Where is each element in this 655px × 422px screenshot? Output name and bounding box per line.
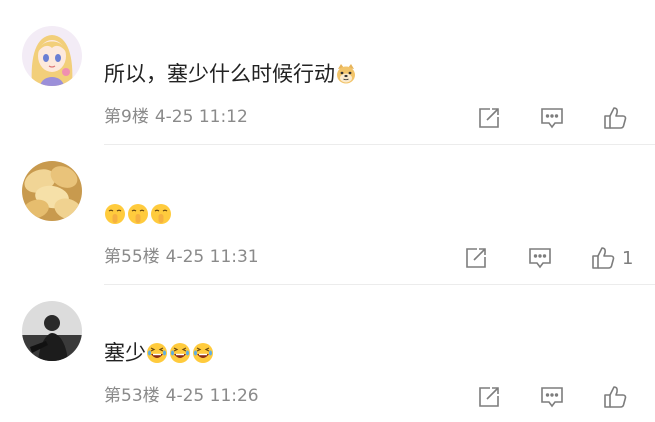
comment-meta: 第53楼 4-25 11:26 xyxy=(104,385,259,407)
avatar[interactable] xyxy=(22,161,82,221)
comment-text-content: 塞少 xyxy=(104,341,146,365)
like-button[interactable]: 1 xyxy=(590,245,633,271)
share-icon xyxy=(466,248,486,268)
thumbs-up-icon xyxy=(592,247,615,269)
avatar[interactable] xyxy=(22,301,82,361)
avatar[interactable] xyxy=(22,26,82,86)
potato-chips-avatar-icon xyxy=(22,161,82,221)
comment-item: 塞少 第53楼 4-25 11:26 xyxy=(0,285,655,422)
floor-number: 第55楼 xyxy=(104,247,160,267)
thumbs-up-icon xyxy=(604,386,627,408)
like-button[interactable] xyxy=(602,105,634,131)
laughing-emoji-icon xyxy=(192,342,214,364)
comment-icon xyxy=(541,387,563,408)
share-button[interactable] xyxy=(476,105,502,131)
like-count: 1 xyxy=(622,247,634,269)
comment-text: 塞少 xyxy=(104,339,215,367)
shush-emoji-icon xyxy=(127,203,149,225)
like-button[interactable] xyxy=(602,384,634,410)
comment-time: 4-25 11:31 xyxy=(165,247,259,267)
share-icon xyxy=(479,387,499,407)
anime-girl-avatar-icon xyxy=(22,26,82,86)
laughing-emoji-icon xyxy=(146,342,168,364)
comment-meta: 第9楼 4-25 11:12 xyxy=(104,106,248,128)
floor-number: 第53楼 xyxy=(104,386,160,406)
thumbs-up-icon xyxy=(604,107,627,129)
comment-item: 所以，塞少什么时候行动 第9楼 4-25 11:12 xyxy=(0,0,655,145)
comment-time: 4-25 11:12 xyxy=(154,107,248,127)
shush-emoji-icon xyxy=(150,203,172,225)
doge-emoji-icon xyxy=(335,63,357,85)
reply-button[interactable] xyxy=(527,245,553,271)
floor-number: 第9楼 xyxy=(104,107,149,127)
shush-emoji-icon xyxy=(104,203,126,225)
laughing-emoji-icon xyxy=(169,342,191,364)
comment-text-content: 所以，塞少什么时候行动 xyxy=(104,62,335,86)
person-photo-avatar-icon xyxy=(22,301,82,361)
comment-text xyxy=(104,200,173,228)
comment-icon xyxy=(529,248,551,269)
comment-meta: 第55楼 4-25 11:31 xyxy=(104,246,259,268)
reply-button[interactable] xyxy=(539,105,565,131)
share-icon xyxy=(479,108,499,128)
comment-text: 所以，塞少什么时候行动 xyxy=(104,60,358,88)
comment-time: 4-25 11:26 xyxy=(165,386,259,406)
share-button[interactable] xyxy=(463,245,489,271)
comment-item: 第55楼 4-25 11:31 1 xyxy=(0,145,655,285)
share-button[interactable] xyxy=(476,384,502,410)
comment-icon xyxy=(541,108,563,129)
reply-button[interactable] xyxy=(539,384,565,410)
